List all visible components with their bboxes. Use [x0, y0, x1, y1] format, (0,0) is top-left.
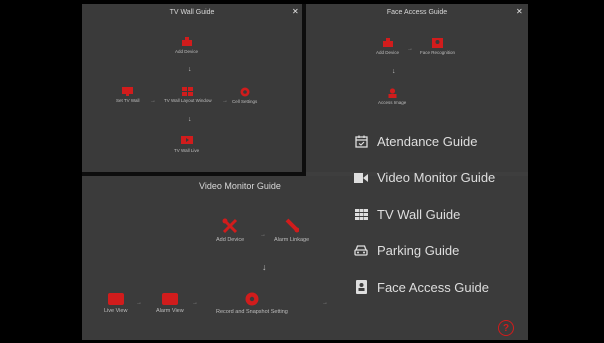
guide-screen: TV Wall Guide ✕ Add Device ↓ Set TV Wall… [82, 4, 528, 340]
node-label: Alarm View [156, 308, 184, 314]
menu-item-label: Face Access Guide [377, 279, 489, 295]
arrow-right-icon: → [322, 300, 328, 306]
add-device-icon [181, 37, 192, 46]
guide-menu: Atendance Guide Video Monitor Guide TV W… [354, 123, 495, 306]
face-access-recognition[interactable]: Face Recognition [420, 38, 455, 55]
menu-item-label: Parking Guide [377, 243, 460, 259]
node-label: Alarm Linkage [274, 237, 310, 243]
arrow-down-icon: ↓ [262, 262, 267, 272]
node-label: TV Wall Live [174, 148, 200, 153]
node-label: Add Device [216, 237, 245, 243]
menu-item-label: Video Monitor Guide [377, 170, 496, 186]
arrow-right-icon: → [136, 300, 142, 306]
menu-item-label: Atendance Guide [377, 133, 478, 149]
node-label: TV Wall Layout Window [164, 98, 212, 103]
panel-title: Face Access Guide [386, 9, 448, 16]
face-recognition-icon [432, 38, 444, 48]
tv-wall-cell-settings[interactable]: Cell Settings [232, 87, 257, 104]
tv-wall-guide-panel: TV Wall Guide ✕ Add Device ↓ Set TV Wall… [82, 4, 302, 172]
node-label: Face Recognition [420, 50, 456, 55]
arrow-right-icon: → [260, 232, 266, 238]
video-camera-icon [354, 171, 368, 185]
menu-item-video-monitor-guide[interactable]: Video Monitor Guide [354, 160, 495, 197]
node-label: Add Device [175, 49, 199, 54]
arrow-down-icon: ↓ [392, 68, 396, 75]
node-label: Record and Snapshot Setting [216, 309, 288, 315]
arrow-right-icon: → [150, 98, 156, 104]
menu-item-parking-guide[interactable]: Parking Guide [354, 233, 495, 270]
node-label: Access Image [378, 100, 407, 105]
record-icon [245, 292, 259, 306]
face-access-image[interactable]: Access Image [378, 88, 406, 105]
video-record-settings[interactable]: Record and Snapshot Setting [216, 292, 288, 315]
menu-item-face-access-guide[interactable]: Face Access Guide [354, 269, 495, 306]
id-badge-icon [354, 280, 368, 295]
layout-icon [182, 87, 194, 96]
grid-icon [354, 207, 368, 221]
node-label: Add Device [376, 50, 400, 55]
close-icon[interactable]: ✕ [516, 7, 523, 16]
panel-divider [302, 4, 306, 176]
add-device-icon [382, 38, 393, 47]
video-alarm-linkage[interactable]: Alarm Linkage [274, 218, 309, 243]
tv-wall-live-icon [180, 136, 193, 144]
node-label: Live View [104, 308, 128, 314]
calendar-icon [354, 134, 368, 148]
help-icon[interactable]: ? [498, 320, 514, 336]
arrow-right-icon: → [222, 98, 228, 104]
node-label: Cell Settings [232, 99, 258, 104]
tools-icon [222, 218, 238, 234]
tv-wall-add-device[interactable]: Add Device [175, 37, 198, 54]
node-label: Set TV Wall [116, 98, 140, 103]
arrow-right-icon: → [407, 46, 413, 52]
menu-item-tv-wall-guide[interactable]: TV Wall Guide [354, 196, 495, 233]
video-add-device[interactable]: Add Device [216, 218, 244, 243]
panel-divider [82, 172, 306, 176]
video-alarm-view[interactable]: Alarm View [156, 293, 184, 314]
tv-wall-set-tv-wall[interactable]: Set TV Wall [116, 87, 140, 103]
tv-wall-layout-window[interactable]: TV Wall Layout Window [164, 87, 212, 103]
video-live-view[interactable]: Live View [104, 293, 127, 314]
close-icon[interactable]: ✕ [292, 7, 299, 16]
menu-item-label: TV Wall Guide [377, 206, 461, 222]
face-access-add-device[interactable]: Add Device [376, 38, 399, 55]
live-view-icon [107, 293, 124, 305]
tv-wall-live[interactable]: TV Wall Live [174, 136, 199, 153]
monitor-icon [122, 87, 134, 96]
arrow-right-icon: → [192, 300, 198, 306]
arrow-down-icon: ↓ [188, 116, 192, 123]
access-image-icon [388, 88, 397, 98]
cell-settings-icon [240, 87, 250, 97]
alarm-linkage-icon [285, 218, 299, 233]
panel-title: TV Wall Guide [169, 9, 215, 16]
alarm-view-icon [161, 293, 178, 305]
menu-item-attendance-guide[interactable]: Atendance Guide [354, 123, 495, 160]
arrow-down-icon: ↓ [188, 66, 192, 73]
car-icon [354, 244, 368, 258]
